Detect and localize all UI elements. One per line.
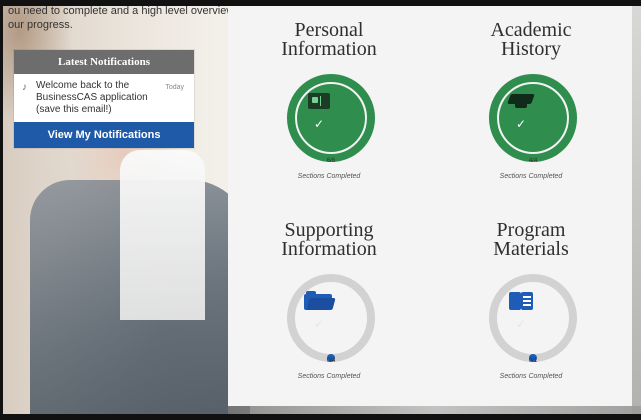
card-title-line-2: Information <box>281 238 377 260</box>
background-right-strip <box>632 0 641 420</box>
checkmark-icon: ✓ <box>314 317 325 331</box>
notification-message: Welcome back to the BusinessCAS applicat… <box>36 80 148 115</box>
card-title-line-2: Information <box>281 38 377 60</box>
checkmark-icon: ✓ <box>314 117 325 131</box>
sections-count: 6/6 <box>326 158 336 164</box>
notifications-header: Latest Notifications <box>14 50 194 74</box>
card-title: Academic History <box>430 20 632 60</box>
sections-completed-label: Sections Completed <box>297 373 361 380</box>
card-title: Personal Information <box>228 20 430 60</box>
latest-notifications-panel: Latest Notifications ♪ Welcome back to t… <box>14 50 194 148</box>
id-card-shape <box>308 93 330 109</box>
card-title: Program Materials <box>430 220 632 260</box>
sections-count: 0/1 <box>528 358 538 364</box>
progress-ring: ✓ 0/4 <box>285 272 377 364</box>
checkmark-icon: ✓ <box>516 117 527 131</box>
card-title-line-2: Materials <box>493 238 569 260</box>
folder-icon <box>304 289 336 313</box>
id-card-icon <box>304 89 334 113</box>
graduation-cap-icon <box>506 89 536 113</box>
graduation-cap-shape <box>507 93 535 109</box>
card-title: Supporting Information <box>228 220 430 260</box>
book-shape <box>508 291 534 311</box>
sections-completed-label: Sections Completed <box>499 173 563 180</box>
card-program-materials[interactable]: Program Materials ✓ 0/1 Sections Complet… <box>430 206 632 406</box>
progress-ring: ✓ 4/4 <box>487 72 579 164</box>
notification-bell-icon: ♪ <box>22 82 27 93</box>
card-personal-information[interactable]: Personal Information ✓ 6/6 Sections Comp… <box>228 6 430 206</box>
sections-completed-label: Sections Completed <box>297 173 361 180</box>
notification-item[interactable]: ♪ Welcome back to the BusinessCAS applic… <box>14 74 194 122</box>
progress-panel: Personal Information ✓ 6/6 Sections Comp… <box>228 6 632 406</box>
background-shirt <box>120 150 205 320</box>
bottom-border <box>0 414 641 420</box>
card-academic-history[interactable]: Academic History ✓ 4/4 Sections Complete… <box>430 6 632 206</box>
intro-line-1: ou need to complete and a high level ove… <box>8 5 247 17</box>
app-frame: ou need to complete and a high level ove… <box>0 0 641 420</box>
left-border <box>0 0 3 420</box>
view-my-notifications-button[interactable]: View My Notifications <box>14 122 194 148</box>
card-supporting-information[interactable]: Supporting Information ✓ 0/4 Sections Co… <box>228 206 430 406</box>
checkmark-icon: ✓ <box>516 317 527 331</box>
folder-shape <box>304 291 336 311</box>
sections-completed-label: Sections Completed <box>499 373 563 380</box>
sections-count: 4/4 <box>528 158 538 164</box>
progress-ring: ✓ 6/6 <box>285 72 377 164</box>
intro-text: ou need to complete and a high level ove… <box>8 4 247 32</box>
sections-count: 0/4 <box>326 358 336 364</box>
progress-ring: ✓ 0/1 <box>487 272 579 364</box>
book-icon <box>506 289 536 313</box>
intro-line-2: our progress. <box>8 19 73 31</box>
notification-date: Today <box>165 84 184 91</box>
card-title-line-2: History <box>501 38 561 60</box>
